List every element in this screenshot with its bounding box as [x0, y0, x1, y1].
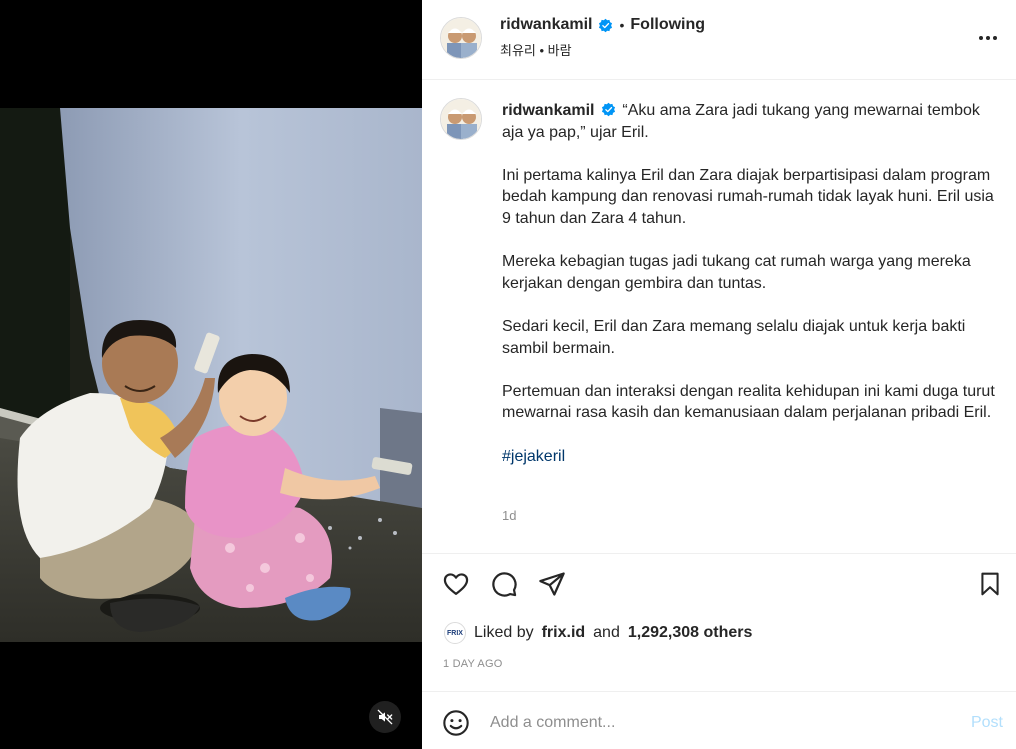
more-options-button[interactable]: [976, 26, 1000, 50]
caption-paragraph: Mereka kebagian tugas jadi tukang cat ru…: [502, 253, 971, 292]
following-button[interactable]: Following: [630, 16, 705, 34]
post-timestamp[interactable]: 1 DAY AGO: [443, 658, 502, 670]
post-photo[interactable]: [0, 108, 422, 642]
heart-icon: [443, 573, 469, 596]
likes-summary: FRIX Liked by frix.id and 1,292,308 othe…: [444, 622, 752, 644]
liked-by-prefix: Liked by: [474, 624, 534, 641]
post-media-pane: [0, 0, 422, 749]
share-icon: [539, 572, 565, 596]
liked-by-and: and: [593, 624, 620, 641]
share-button[interactable]: [536, 568, 568, 600]
liker-avatar[interactable]: FRIX: [444, 622, 466, 644]
caption-paragraph: Sedari kecil, Eril dan Zara memang selal…: [502, 317, 966, 357]
header-user-line: ridwankamil • Following: [500, 16, 705, 34]
hashtag-link[interactable]: #jejakeril: [502, 448, 565, 465]
post-actions: FRIX Liked by frix.id and 1,292,308 othe…: [422, 553, 1016, 691]
author-avatar[interactable]: [440, 17, 482, 59]
comment-input[interactable]: [490, 710, 930, 736]
like-button[interactable]: [440, 568, 472, 600]
caption-paragraph: Ini pertama kalinya Eril dan Zara diajak…: [502, 166, 994, 227]
caption-author-avatar[interactable]: [440, 98, 482, 140]
caption-paragraph: Pertemuan dan interaksi dengan realita k…: [502, 382, 995, 422]
save-button[interactable]: [974, 568, 1006, 600]
comment-button[interactable]: [488, 568, 520, 600]
caption-age[interactable]: 1d: [502, 508, 516, 523]
comment-bar: Post: [422, 691, 1016, 749]
caption-username[interactable]: ridwankamil: [502, 102, 594, 119]
audio-muted-button[interactable]: [369, 701, 401, 733]
verified-badge-icon: [599, 18, 613, 32]
caption-text: ridwankamil “Aku ama Zara jadi tukang ya…: [502, 100, 997, 489]
liked-by-user[interactable]: frix.id: [542, 624, 586, 642]
audio-subline[interactable]: 최유리 • 바람: [500, 40, 572, 59]
liked-by-others[interactable]: 1,292,308 others: [628, 624, 753, 642]
caption-area: ridwankamil “Aku ama Zara jadi tukang ya…: [422, 81, 1016, 553]
emoji-button[interactable]: [442, 709, 470, 737]
audio-muted-icon: [377, 709, 393, 725]
author-username[interactable]: ridwankamil: [500, 16, 592, 34]
verified-badge-icon: [601, 102, 615, 117]
post-header: ridwankamil • Following 최유리 • 바람: [422, 0, 1016, 80]
post-side-pane: ridwankamil • Following 최유리 • 바람 ridwank…: [422, 0, 1016, 749]
comment-icon: [492, 572, 517, 597]
emoji-icon: [443, 710, 469, 736]
post-comment-button[interactable]: Post: [971, 714, 1003, 732]
separator-dot: •: [619, 17, 625, 33]
more-options-icon: [979, 36, 997, 40]
bookmark-icon: [981, 572, 999, 596]
